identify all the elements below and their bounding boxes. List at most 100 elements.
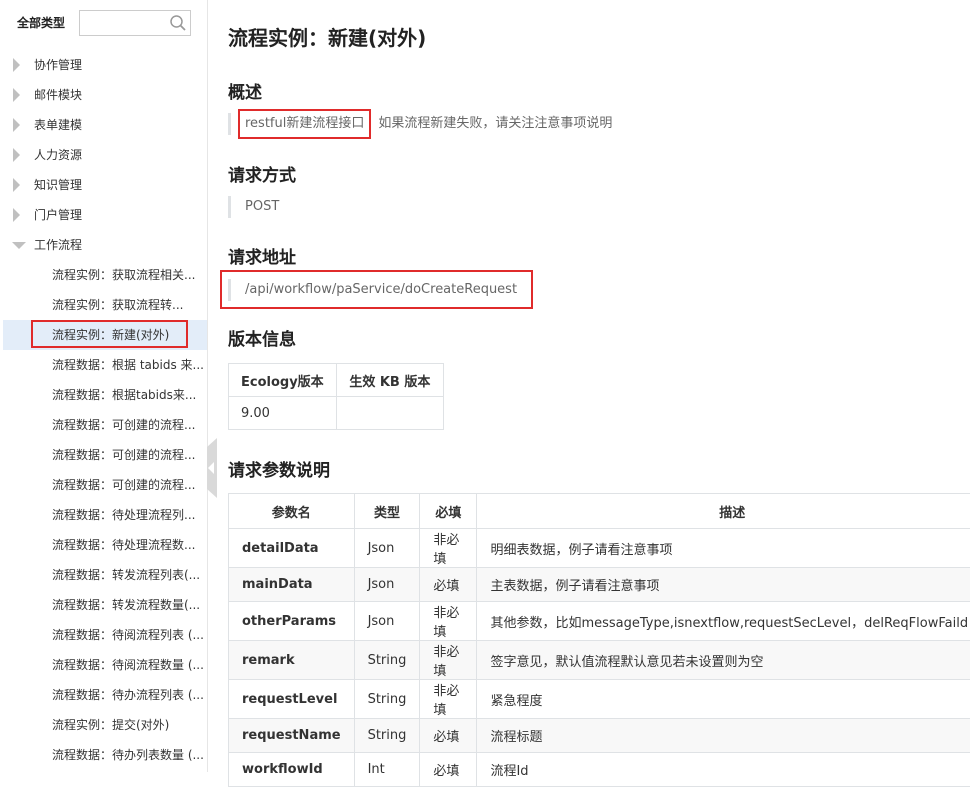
param-description: 流程标题 [477, 719, 970, 753]
param-name: remark [229, 641, 355, 680]
sidebar-header: 全部类型 [0, 0, 207, 48]
collapse-arrow-icon [208, 462, 214, 474]
overview-note: 如果流程新建失败，请关注注意事项说明 [378, 116, 612, 131]
workflow-item-active[interactable]: 流程实例：新建(对外) [3, 320, 207, 350]
workflow-item[interactable]: 流程数据：转发流程数量(... [0, 590, 207, 620]
table-row: requestLevel String 非必填 紧急程度 [229, 680, 970, 719]
category-label: 协作管理 [34, 58, 82, 72]
param-required: 非必填 [420, 641, 477, 680]
caret-down-icon [12, 242, 26, 249]
caret-right-icon [13, 58, 20, 72]
workflow-item[interactable]: 流程数据：根据tabids来... [0, 380, 207, 410]
table-row: otherParams Json 非必填 其他参数，比如messageType,… [229, 602, 970, 641]
method-heading: 请求方式 [228, 161, 296, 186]
category-label: 人力资源 [34, 148, 82, 162]
address-heading: 请求地址 [228, 243, 296, 268]
param-required: 非必填 [420, 529, 477, 568]
param-type: String [354, 719, 420, 753]
param-description: 主表数据，例子请看注意事项 [477, 568, 970, 602]
category-knowledge[interactable]: 知识管理 [0, 170, 207, 200]
workflow-item[interactable]: 流程数据：待处理流程数... [0, 530, 207, 560]
category-label: 知识管理 [34, 178, 82, 192]
category-hr[interactable]: 人力资源 [0, 140, 207, 170]
param-name: mainData [229, 568, 355, 602]
page-title: 流程实例：新建(对外) [228, 22, 426, 51]
search-input[interactable] [84, 12, 168, 36]
table-header-row: 参数名 类型 必填 描述 [229, 494, 970, 529]
param-description: 流程Id [477, 753, 970, 787]
param-required: 必填 [420, 568, 477, 602]
caret-right-icon [13, 208, 20, 222]
method-value: POST [228, 196, 279, 218]
table-cell: 9.00 [229, 397, 337, 430]
table-header-cell: Ecology版本 [229, 364, 337, 397]
param-required: 必填 [420, 719, 477, 753]
overview-highlight: restful新建流程接口 [245, 116, 364, 131]
table-row: mainData Json 必填 主表数据，例子请看注意事项 [229, 568, 970, 602]
param-name: requestName [229, 719, 355, 753]
param-description: 其他参数，比如messageType,isnextflow,requestSec… [477, 602, 970, 641]
category-form[interactable]: 表单建模 [0, 110, 207, 140]
table-row: requestName String 必填 流程标题 [229, 719, 970, 753]
category-mail[interactable]: 邮件模块 [0, 80, 207, 110]
param-description: 签字意见，默认值流程默认意见若未设置则为空 [477, 641, 970, 680]
category-label: 邮件模块 [34, 88, 82, 102]
params-table: 参数名 类型 必填 描述 detailData Json 非必填 明细表数据，例… [228, 493, 970, 787]
address-value: /api/workflow/paService/doCreateRequest [228, 279, 517, 301]
param-name: workflowId [229, 753, 355, 787]
workflow-item[interactable]: 流程数据：可创建的流程... [0, 440, 207, 470]
workflow-item[interactable]: 流程数据：根据 tabids 来... [0, 350, 207, 380]
workflow-item[interactable]: 流程数据：待阅流程列表 (... [0, 620, 207, 650]
sidebar-collapse-handle[interactable] [207, 438, 217, 498]
param-name: otherParams [229, 602, 355, 641]
table-row: remark String 非必填 签字意见，默认值流程默认意见若未设置则为空 [229, 641, 970, 680]
workflow-item[interactable]: 流程数据：待办流程列表 (... [0, 680, 207, 710]
table-row: detailData Json 非必填 明细表数据，例子请看注意事项 [229, 529, 970, 568]
param-required: 非必填 [420, 680, 477, 719]
table-header-cell: 描述 [477, 494, 970, 529]
param-type: String [354, 641, 420, 680]
table-header-cell: 类型 [354, 494, 420, 529]
version-heading: 版本信息 [228, 325, 296, 350]
all-types-label: 全部类型 [17, 14, 65, 31]
workflow-item[interactable]: 流程数据：可创建的流程... [0, 410, 207, 440]
param-name: requestLevel [229, 680, 355, 719]
category-label: 表单建模 [34, 118, 82, 132]
workflow-item[interactable]: 流程数据：待阅流程数量 (... [0, 650, 207, 680]
param-type: String [354, 680, 420, 719]
category-portal[interactable]: 门户管理 [0, 200, 207, 230]
param-description: 紧急程度 [477, 680, 970, 719]
param-type: Json [354, 602, 420, 641]
param-type: Json [354, 529, 420, 568]
table-header-cell: 必填 [420, 494, 477, 529]
workflow-item[interactable]: 流程数据：待处理流程列... [0, 500, 207, 530]
search-icon[interactable] [169, 14, 187, 32]
category-nav: 协作管理 邮件模块 表单建模 人力资源 知识管理 门户管理 工作流程 流程实例：… [0, 50, 207, 770]
param-required: 必填 [420, 753, 477, 787]
caret-right-icon [13, 118, 20, 132]
workflow-item[interactable]: 流程数据：可创建的流程... [0, 470, 207, 500]
search-box [79, 10, 191, 36]
category-workflow[interactable]: 工作流程 [0, 230, 207, 260]
workflow-item[interactable]: 流程实例：获取流程相关... [0, 260, 207, 290]
overview-heading: 概述 [228, 78, 262, 103]
overview-quote: restful新建流程接口如果流程新建失败，请关注注意事项说明 [228, 113, 612, 135]
category-collab[interactable]: 协作管理 [0, 50, 207, 80]
table-header-row: Ecology版本 生效 KB 版本 [229, 364, 444, 397]
table-row: 9.00 [229, 397, 444, 430]
table-header-cell: 生效 KB 版本 [337, 364, 444, 397]
category-label: 工作流程 [34, 238, 82, 252]
param-description: 明细表数据，例子请看注意事项 [477, 529, 970, 568]
workflow-item[interactable]: 流程数据：待办列表数量 (... [0, 740, 207, 770]
workflow-item[interactable]: 流程实例：获取流程转... [0, 290, 207, 320]
caret-right-icon [13, 88, 20, 102]
version-table: Ecology版本 生效 KB 版本 9.00 [228, 363, 444, 430]
table-cell [337, 397, 444, 430]
table-header-cell: 参数名 [229, 494, 355, 529]
category-label: 门户管理 [34, 208, 82, 222]
workflow-item[interactable]: 流程实例：提交(对外) [0, 710, 207, 740]
caret-right-icon [13, 148, 20, 162]
caret-right-icon [13, 178, 20, 192]
params-heading: 请求参数说明 [228, 456, 330, 481]
workflow-item[interactable]: 流程数据：转发流程列表(... [0, 560, 207, 590]
